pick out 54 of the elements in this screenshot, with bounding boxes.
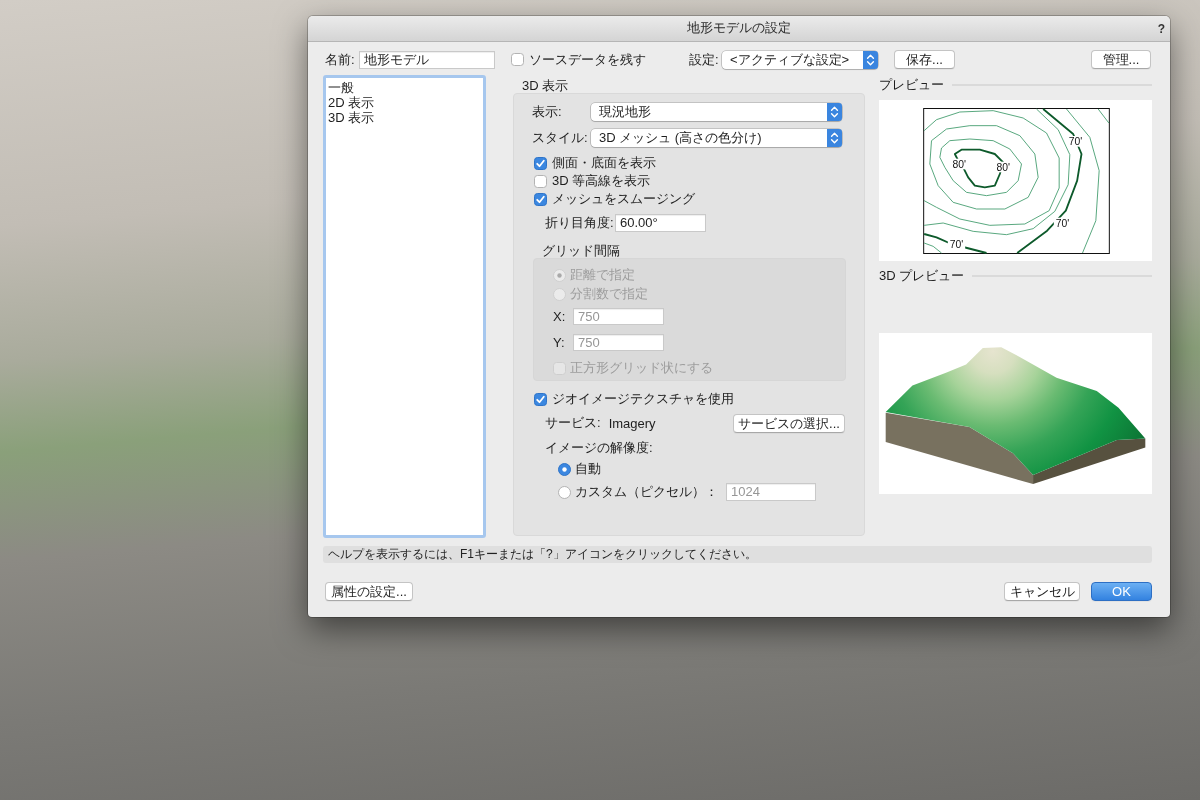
radio-button[interactable]	[558, 485, 571, 499]
angle-field[interactable]: 60.00°	[615, 214, 706, 232]
field-label: 名前:	[325, 50, 355, 69]
checkbox[interactable]	[534, 392, 547, 406]
section-title: プレビュー	[879, 76, 944, 94]
category-item[interactable]: 2D 表示	[327, 95, 482, 110]
checkbox-label: ソースデータを残す	[529, 50, 646, 69]
checkbox[interactable]	[534, 156, 547, 170]
stepper-icon	[863, 50, 878, 69]
field-label: サービス:	[545, 414, 601, 432]
help-button[interactable]: ?	[1155, 21, 1167, 36]
checkbox-label: ジオイメージテクスチャを使用	[552, 390, 734, 408]
checkbox[interactable]	[534, 174, 547, 188]
manage-button[interactable]: 管理...	[1091, 50, 1151, 69]
elevation-label: 80'	[994, 161, 1012, 173]
attributes-button[interactable]: 属性の設定...	[325, 582, 413, 601]
help-message: ヘルプを表示するには、F1キーまたは「?」アイコンをクリックしてください。	[323, 546, 1152, 563]
section-title: 3D 表示	[522, 79, 569, 93]
name-field[interactable]: 地形モデル	[359, 50, 495, 69]
radio-label: 分割数で指定	[570, 285, 648, 303]
section-title: 3D プレビュー	[879, 267, 965, 285]
elevation-label: 70'	[1053, 217, 1072, 229]
dropdown[interactable]: 3D メッシュ (高さの色分け)	[591, 129, 842, 147]
group-label: グリッド間隔	[542, 244, 620, 258]
checkbox-label: 3D 等高線を表示	[552, 172, 651, 190]
dropdown[interactable]: 現況地形	[591, 103, 842, 121]
category-item[interactable]: 3D 表示	[327, 110, 482, 125]
checkbox[interactable]	[511, 53, 524, 66]
category-item[interactable]: 一般	[327, 80, 482, 95]
group-label: イメージの解像度:	[545, 441, 653, 455]
stepper-icon	[827, 129, 842, 147]
field-label: 折り目角度:	[545, 214, 614, 232]
stepper-icon	[827, 103, 842, 121]
field-label: 表示:	[532, 103, 562, 121]
field-label: 設定:	[689, 50, 719, 69]
cancel-button[interactable]: キャンセル	[1004, 582, 1080, 601]
elevation-label: 70'	[1066, 135, 1085, 147]
checkbox-label: 側面・底面を表示	[552, 154, 656, 172]
radio-label: カスタム（ピクセル）：	[575, 483, 718, 501]
field-label: Y:	[553, 335, 565, 350]
elevation-label: 80'	[950, 158, 968, 170]
dropdown[interactable]: <アクティブな設定>	[722, 50, 878, 69]
radio-label: 自動	[575, 460, 601, 478]
field-label: スタイル:	[532, 129, 588, 147]
choose-service-button[interactable]: サービスの選択...	[733, 413, 845, 433]
radio-label: 距離で指定	[570, 266, 635, 284]
radio-button[interactable]	[558, 462, 571, 476]
elevation-label: 70'	[947, 239, 966, 251]
save-button[interactable]: 保存...	[894, 50, 955, 69]
checkbox-label: メッシュをスムージング	[552, 190, 695, 208]
service-value: Imagery	[608, 415, 656, 431]
window-title: 地形モデルの設定	[687, 20, 791, 37]
field-label: X:	[553, 309, 566, 324]
checkbox[interactable]	[534, 192, 547, 206]
